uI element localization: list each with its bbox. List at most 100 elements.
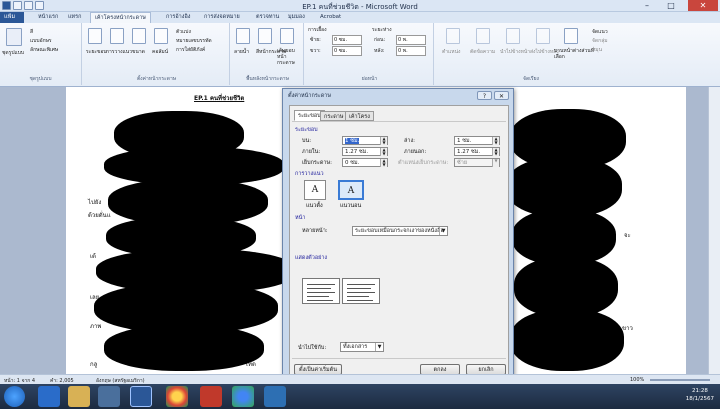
vertical-scrollbar[interactable] (708, 87, 720, 374)
spinner-arrows-icon[interactable]: ▲ ▼ (380, 159, 387, 167)
app-icon[interactable] (264, 386, 286, 407)
dialog-help-button[interactable]: ? (477, 91, 492, 100)
zoom-level[interactable]: 100% (630, 377, 644, 383)
tab-file[interactable]: แฟ้ม (0, 12, 24, 23)
footer-divider (292, 358, 506, 359)
orientation-icon[interactable] (110, 28, 124, 44)
tab-paper[interactable]: กระดาษ (320, 111, 348, 121)
breaks-button[interactable]: ตัวแบ่ง (176, 28, 191, 36)
dialog-body: ระยะขอบ กระดาษ เค้าโครง ระยะขอบ บน: 1 ซม… (289, 105, 509, 377)
system-clock[interactable]: 21:28 18/1/2567 (686, 387, 714, 403)
start-button-icon[interactable] (4, 386, 25, 407)
pages-section-heading: หน้า (295, 215, 306, 221)
page-color-icon[interactable] (258, 28, 272, 44)
themes-icon[interactable] (6, 28, 22, 46)
spinner-arrows-icon[interactable]: ▲ ▼ (492, 137, 499, 145)
theme-fonts[interactable]: แบบอักษร (30, 37, 52, 45)
hyphenation-button[interactable]: การใส่ยัติภังค์ (176, 46, 205, 54)
multiple-pages-select[interactable]: ระยะขอบเหมือนกระจกเงาของหนังสือ ▼ (352, 226, 448, 236)
gutter-input[interactable]: 0 ซม. ▲ ▼ (342, 158, 388, 167)
size-button[interactable]: ขนาด (132, 48, 145, 56)
bring-forward-icon[interactable] (506, 28, 520, 44)
selection-pane-button[interactable]: บานหน้าต่างส่วนที่เลือก (554, 48, 594, 60)
tab-view[interactable]: มุมมอง (284, 12, 309, 23)
preview-line (347, 300, 373, 301)
tab-insert[interactable]: แทรก (64, 12, 85, 23)
orientation-section-heading: การวางแนว (295, 171, 324, 177)
spinner-arrows-icon[interactable]: ▲ ▼ (492, 148, 499, 156)
opera-icon[interactable] (200, 386, 222, 407)
columns-button[interactable]: คอลัมน์ (152, 48, 168, 56)
tab-layout[interactable]: เค้าโครง (345, 111, 374, 121)
indent-right-input[interactable]: 0 ซม. (332, 46, 362, 56)
themes-button-label[interactable]: ชุดรูปแบบ (2, 49, 24, 57)
outside-margin-input[interactable]: 1.27 ซม. ▲ ▼ (454, 147, 500, 156)
tab-page-layout[interactable]: เค้าโครงหน้ากระดาษ (90, 12, 151, 23)
tab-review[interactable]: ตรวจทาน (252, 12, 283, 23)
bottom-margin-input[interactable]: 1 ซม. ▲ ▼ (454, 136, 500, 145)
inside-margin-input[interactable]: 1.27 ซม. ▲ ▼ (342, 147, 388, 156)
line-numbers-button[interactable]: หมายเลขบรรทัด (176, 37, 212, 45)
position-icon[interactable] (446, 28, 460, 44)
send-backward-icon[interactable] (536, 28, 550, 44)
margins-icon[interactable] (88, 28, 102, 44)
position-button[interactable]: ตำแหน่ง (442, 48, 460, 56)
chevron-down-icon[interactable]: ▼ (492, 159, 499, 167)
apply-to-value: ทั้งเอกสาร (343, 344, 368, 350)
gutter-position-select[interactable]: ซ้าย ▼ (454, 158, 500, 167)
rotate-button[interactable]: หมุน (592, 46, 602, 54)
watermark-icon[interactable] (236, 28, 250, 44)
spacing-before-input[interactable]: 0 พ. (396, 35, 426, 45)
group-button[interactable]: จัดกลุ่ม (592, 37, 608, 45)
tab-divider (292, 121, 506, 122)
bring-forward-button[interactable]: นำไปข้างหน้า (500, 48, 530, 56)
tab-acrobat[interactable]: Acrobat (316, 12, 345, 23)
multiple-pages-label: หลายหน้า: (302, 228, 328, 234)
watermark-button[interactable]: ลายน้ำ (234, 48, 249, 56)
margins-button[interactable]: ระยะขอบ (86, 48, 107, 56)
preview-page-left (302, 278, 340, 304)
spacing-after-input[interactable]: 0 พ. (396, 46, 426, 56)
chrome-icon[interactable] (232, 386, 254, 407)
status-bar: หน้า: 1 จาก 4 คำ: 2,005 อังกฤษ (สหรัฐอเม… (0, 374, 720, 384)
tab-references[interactable]: การอ้างอิง (162, 12, 194, 23)
close-window-button[interactable]: ✕ (688, 0, 718, 11)
orientation-button[interactable]: การวางแนว (106, 48, 132, 56)
word-taskbar-icon[interactable] (130, 386, 152, 407)
preview-line (347, 284, 375, 285)
landscape-orientation-icon[interactable]: A (338, 180, 364, 200)
chevron-down-icon[interactable]: ▼ (375, 343, 383, 351)
spacing-heading: ระยะห่าง (372, 27, 392, 33)
spinner-arrows-icon[interactable]: ▲ ▼ (380, 137, 387, 145)
preview-line (307, 292, 335, 293)
top-margin-input[interactable]: 1 ซม. ▲ ▼ (342, 136, 388, 145)
indent-left-input[interactable]: 0 ซม. (332, 35, 362, 45)
theme-colors[interactable]: สี (30, 28, 33, 36)
size-icon[interactable] (132, 28, 146, 44)
indent-left-label: ซ้าย: (310, 37, 321, 43)
portrait-orientation-icon[interactable]: A (304, 180, 326, 200)
chrome-icon[interactable] (166, 386, 188, 407)
internet-explorer-icon[interactable] (38, 386, 60, 407)
maximize-button[interactable]: □ (660, 0, 682, 11)
tab-mailings[interactable]: การส่งจดหมาย (200, 12, 244, 23)
wrap-text-icon[interactable] (476, 28, 490, 44)
selection-pane-icon[interactable] (564, 28, 578, 44)
minimize-button[interactable]: – (636, 0, 658, 11)
zoom-slider[interactable] (650, 379, 710, 381)
spinner-arrows-icon[interactable]: ▲ ▼ (380, 148, 387, 156)
page-borders-button[interactable]: เส้นขอบหน้ากระดาษ (277, 48, 303, 66)
columns-icon[interactable] (154, 28, 168, 44)
theme-effects[interactable]: ลักษณะพิเศษ (30, 46, 58, 54)
media-player-icon[interactable] (98, 386, 120, 407)
dialog-close-button[interactable]: ✕ (494, 91, 509, 100)
tab-home[interactable]: หน้าแรก (34, 12, 62, 23)
chevron-down-icon[interactable]: ▼ (439, 227, 447, 235)
preview-line (347, 292, 375, 293)
page-borders-icon[interactable] (280, 28, 294, 44)
wrap-text-button[interactable]: ตัดข้อความ (470, 48, 495, 56)
file-explorer-icon[interactable] (68, 386, 90, 407)
preview-section-heading: แสดงตัวอย่าง (295, 255, 328, 261)
apply-to-select[interactable]: ทั้งเอกสาร ▼ (340, 342, 384, 352)
align-button[interactable]: จัดแนว (592, 28, 608, 36)
